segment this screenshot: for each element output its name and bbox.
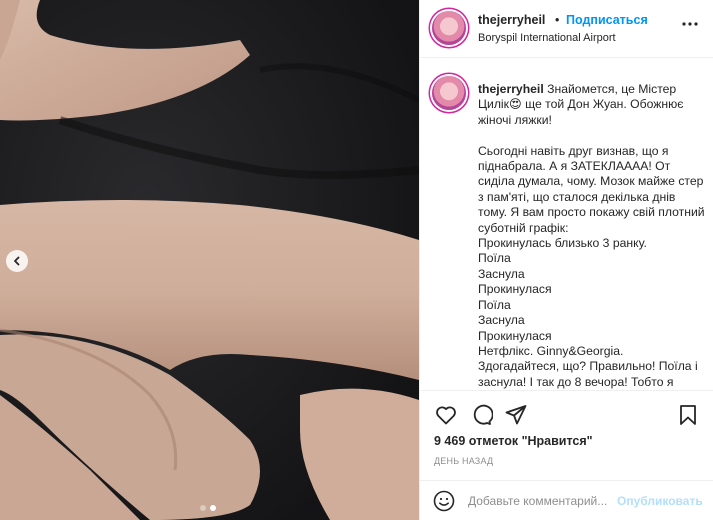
caption-text: Знайомется, це Містер Цилік😍 ще той Дон … [478, 82, 705, 389]
location-link[interactable]: Boryspil International Airport [478, 32, 616, 44]
caption: thejerryheil Знайомется, це Містер Цилік… [478, 82, 706, 390]
emoji-button[interactable] [432, 489, 456, 513]
carousel-dot [200, 505, 206, 511]
post-panel: thejerryheil • Подписаться Boryspil Inte… [419, 0, 713, 520]
post-comment-button[interactable]: Опубликовать [617, 494, 703, 508]
post-photo[interactable] [0, 0, 419, 520]
caption-avatar[interactable] [432, 76, 466, 110]
share-icon [505, 405, 527, 425]
likes-number: 9 469 [434, 434, 466, 448]
comment-bar: Опубликовать [420, 480, 713, 520]
share-button[interactable] [504, 403, 528, 427]
avatar[interactable] [432, 11, 466, 45]
header-separator: • [555, 13, 560, 27]
header-username-link[interactable]: thejerryheil [478, 13, 545, 27]
smiley-icon [433, 490, 455, 512]
save-button[interactable] [676, 403, 700, 427]
likes-count[interactable]: 9 469 отметок "Нравится" [434, 434, 593, 448]
post-time[interactable]: день назад [434, 456, 493, 466]
likes-label: отметок "Нравится" [468, 434, 593, 448]
follow-button[interactable]: Подписаться [566, 13, 648, 27]
more-options-button[interactable] [680, 14, 700, 34]
carousel-prev-button[interactable] [6, 250, 28, 272]
caption-username-link[interactable]: thejerryheil [478, 82, 544, 96]
post-header: thejerryheil • Подписаться Boryspil Inte… [420, 0, 713, 58]
like-button[interactable] [434, 403, 458, 427]
comment-icon [473, 404, 494, 425]
carousel-dots [200, 505, 216, 511]
comment-input[interactable] [468, 492, 618, 510]
more-horizontal-icon [682, 22, 698, 26]
carousel-dot-active [210, 505, 216, 511]
bookmark-icon [680, 405, 696, 425]
heart-icon [436, 406, 456, 425]
comment-button[interactable] [469, 403, 494, 427]
caption-area: thejerryheil Знайомется, це Містер Цилік… [420, 58, 713, 390]
chevron-left-icon [12, 256, 22, 266]
photo-image [0, 0, 419, 520]
